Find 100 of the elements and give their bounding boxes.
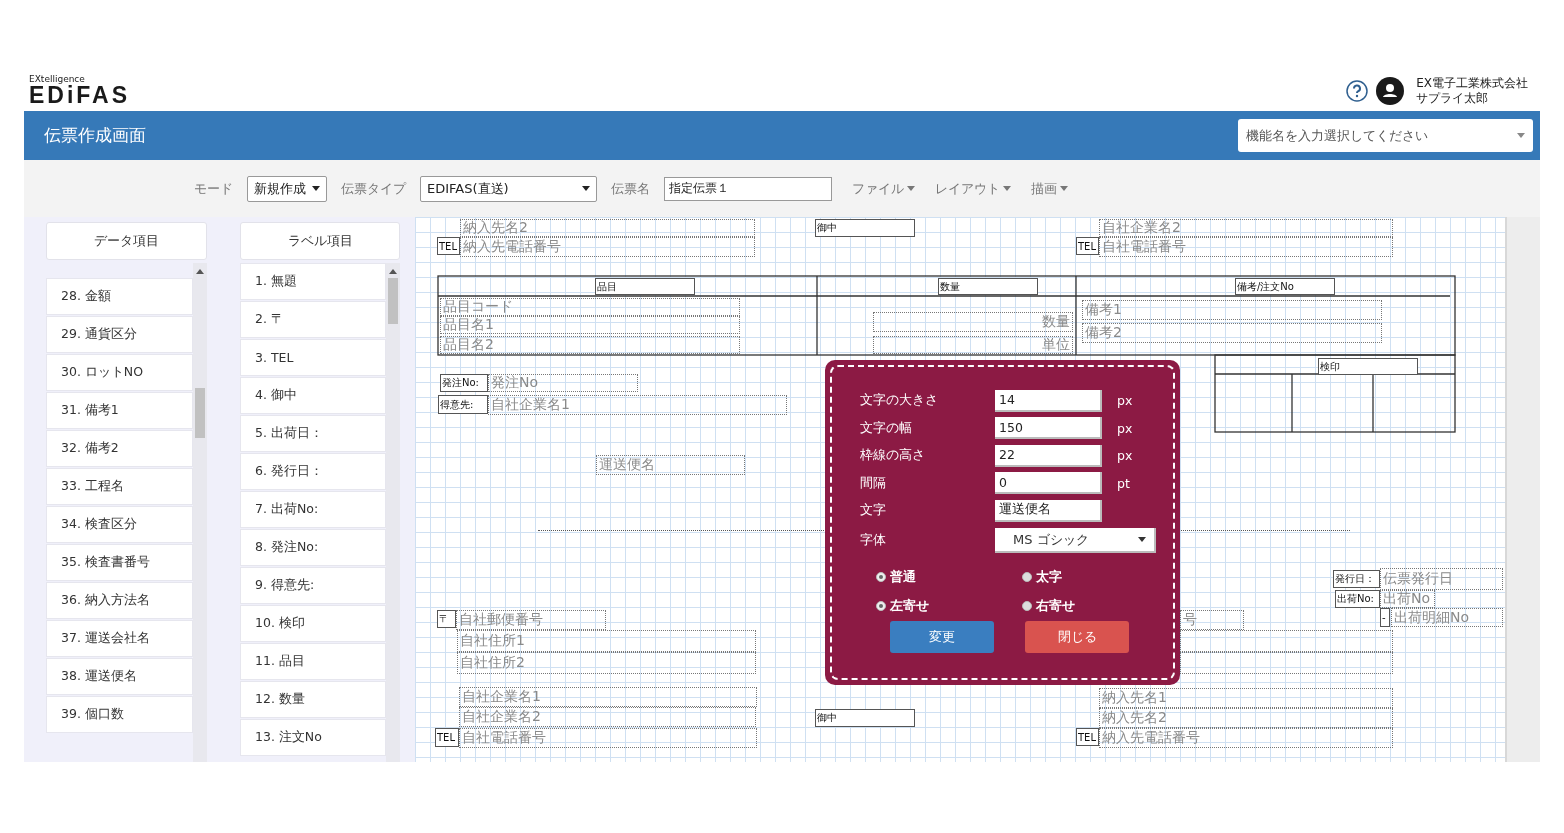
scroll-up-icon[interactable] (196, 269, 204, 274)
list-item[interactable]: 31. 備考1 (46, 392, 193, 429)
design-canvas[interactable] (415, 217, 1505, 762)
data-element: 備考2 (1082, 323, 1382, 343)
field-label: 文字の幅 (860, 419, 913, 437)
label-element: 発行日： (1333, 570, 1380, 588)
scroll-thumb[interactable] (388, 278, 398, 324)
list-item[interactable]: 9. 得意先: (240, 567, 386, 604)
unit-label: px (1117, 393, 1134, 409)
list-item[interactable]: 39. 個口数 (46, 696, 193, 733)
list-item[interactable]: 34. 検査区分 (46, 506, 193, 543)
caret-icon (1060, 186, 1068, 191)
panel-header[interactable]: データ項目 (46, 222, 207, 260)
list-item[interactable]: 3. TEL (240, 339, 386, 376)
list-item[interactable]: 11. 品目 (240, 643, 386, 680)
data-element: 品目名2 (440, 336, 740, 354)
radio-option[interactable]: 左寄せ (876, 597, 1022, 615)
apply-button[interactable]: 変更 (890, 620, 994, 653)
value-field[interactable]: 0 (995, 472, 1102, 495)
value-field[interactable]: 150 (995, 417, 1102, 440)
data-element: 納入先名1 (1099, 688, 1393, 708)
mode-select[interactable]: 新規作成 (247, 175, 327, 202)
data-element: 自社電話番号 (459, 728, 757, 748)
list-item[interactable]: 5. 出荷日： (240, 415, 386, 452)
function-search-field[interactable]: 機能名を入力選択してください (1238, 119, 1533, 152)
radio-option[interactable]: 普通 (876, 568, 1022, 586)
field-label: 枠線の高さ (860, 447, 926, 465)
type-select[interactable]: EDIFAS(直送) (420, 175, 597, 202)
scrollbar[interactable] (193, 263, 207, 762)
label-element: 出荷No: (1335, 590, 1380, 608)
list-item[interactable]: 1. 無題 (240, 263, 386, 300)
scrollbar[interactable] (386, 263, 400, 762)
data-element: 納入先電話番号 (460, 237, 755, 257)
caret-icon (907, 186, 915, 191)
mode-label: モード (194, 179, 233, 198)
list-item[interactable]: 29. 通貨区分 (46, 316, 193, 353)
logo: EXtelligence EDiFAS (29, 74, 131, 107)
list-item[interactable]: 32. 備考2 (46, 430, 193, 467)
data-element: 自社電話番号 (1099, 237, 1393, 257)
data-element: 納入先名2 (1099, 708, 1393, 728)
close-button[interactable]: 閉じる (1025, 620, 1129, 653)
list-item[interactable]: 33. 工程名 (46, 468, 193, 505)
user-icon[interactable] (1376, 76, 1405, 105)
list-item[interactable]: 10. 検印 (240, 605, 386, 642)
list-item[interactable]: 36. 納入方法名 (46, 582, 193, 619)
menu-item[interactable]: レイアウト (935, 179, 1011, 198)
list-item[interactable]: 30. ロットNO (46, 354, 193, 391)
caret-icon (1003, 186, 1011, 191)
list-item[interactable]: 12. 数量 (240, 681, 386, 718)
list-item[interactable]: 35. 検査書番号 (46, 544, 193, 581)
label-element: 〒 (437, 610, 456, 628)
list-item[interactable]: 38. 運送便名 (46, 658, 193, 695)
field-label: 文字 (860, 502, 887, 520)
scroll-up-icon[interactable] (389, 269, 397, 274)
menu-item[interactable]: ファイル (852, 179, 915, 198)
list-item[interactable]: 28. 金額 (46, 278, 193, 315)
list-item[interactable]: 7. 出荷No: (240, 491, 386, 528)
data-element: 備考1 (1082, 300, 1382, 320)
label-element: TEL (1076, 728, 1099, 746)
data-element: 発注No (488, 374, 638, 392)
label-element: 御中 (815, 709, 915, 727)
data-element: 自社住所2 (457, 652, 756, 674)
label-element: TEL (437, 237, 460, 255)
label-element: 御中 (815, 219, 915, 237)
help-icon[interactable] (1346, 79, 1369, 102)
name-field[interactable]: 指定伝票１ (664, 176, 832, 201)
data-element: 納入先名2 (460, 219, 755, 237)
value-field[interactable]: 14 (995, 389, 1102, 412)
value-field[interactable]: 22 (995, 444, 1102, 467)
label-element: 備考/注文No (1235, 278, 1335, 295)
list-item[interactable]: 4. 御中 (240, 377, 386, 414)
data-element: 自社企業名1 (459, 687, 757, 707)
data-element: 納入先電話番号 (1099, 728, 1393, 748)
radio-option[interactable]: 右寄せ (1022, 597, 1173, 615)
label-element: 品目 (595, 278, 695, 295)
data-element: 自社企業名1 (488, 395, 787, 415)
field-label: 文字の大きさ (860, 392, 939, 410)
company-name: EX電子工業株式会社 (1416, 75, 1528, 91)
caret-icon (1138, 537, 1146, 542)
value-field[interactable]: 運送便名 (995, 499, 1102, 522)
list-item[interactable]: 37. 運送会社名 (46, 620, 193, 657)
list-item[interactable]: 6. 発行日： (240, 453, 386, 490)
scroll-thumb[interactable] (195, 388, 205, 438)
label-element: 得意先: (438, 395, 488, 414)
menu-item[interactable]: 描画 (1031, 179, 1068, 198)
label-element: TEL (1076, 237, 1099, 255)
data-element: 品目コード (440, 298, 740, 316)
panel-header[interactable]: ラベル項目 (240, 222, 400, 260)
radio-option[interactable]: 太字 (1022, 568, 1173, 586)
page-title: 伝票作成画面 (44, 124, 146, 147)
type-label: 伝票タイプ (341, 179, 406, 198)
name-label: 伝票名 (611, 179, 650, 198)
font-select[interactable]: MS ゴシック (995, 528, 1156, 553)
label-element: - (1380, 608, 1390, 627)
list-item[interactable]: 13. 注文No (240, 719, 386, 756)
label-element: 数量 (938, 278, 1038, 295)
list-item[interactable]: 8. 発注No: (240, 529, 386, 566)
list-item[interactable]: 2. 〒 (240, 301, 386, 338)
user-name: サプライ太郎 (1416, 90, 1490, 106)
caret-icon (582, 186, 590, 191)
